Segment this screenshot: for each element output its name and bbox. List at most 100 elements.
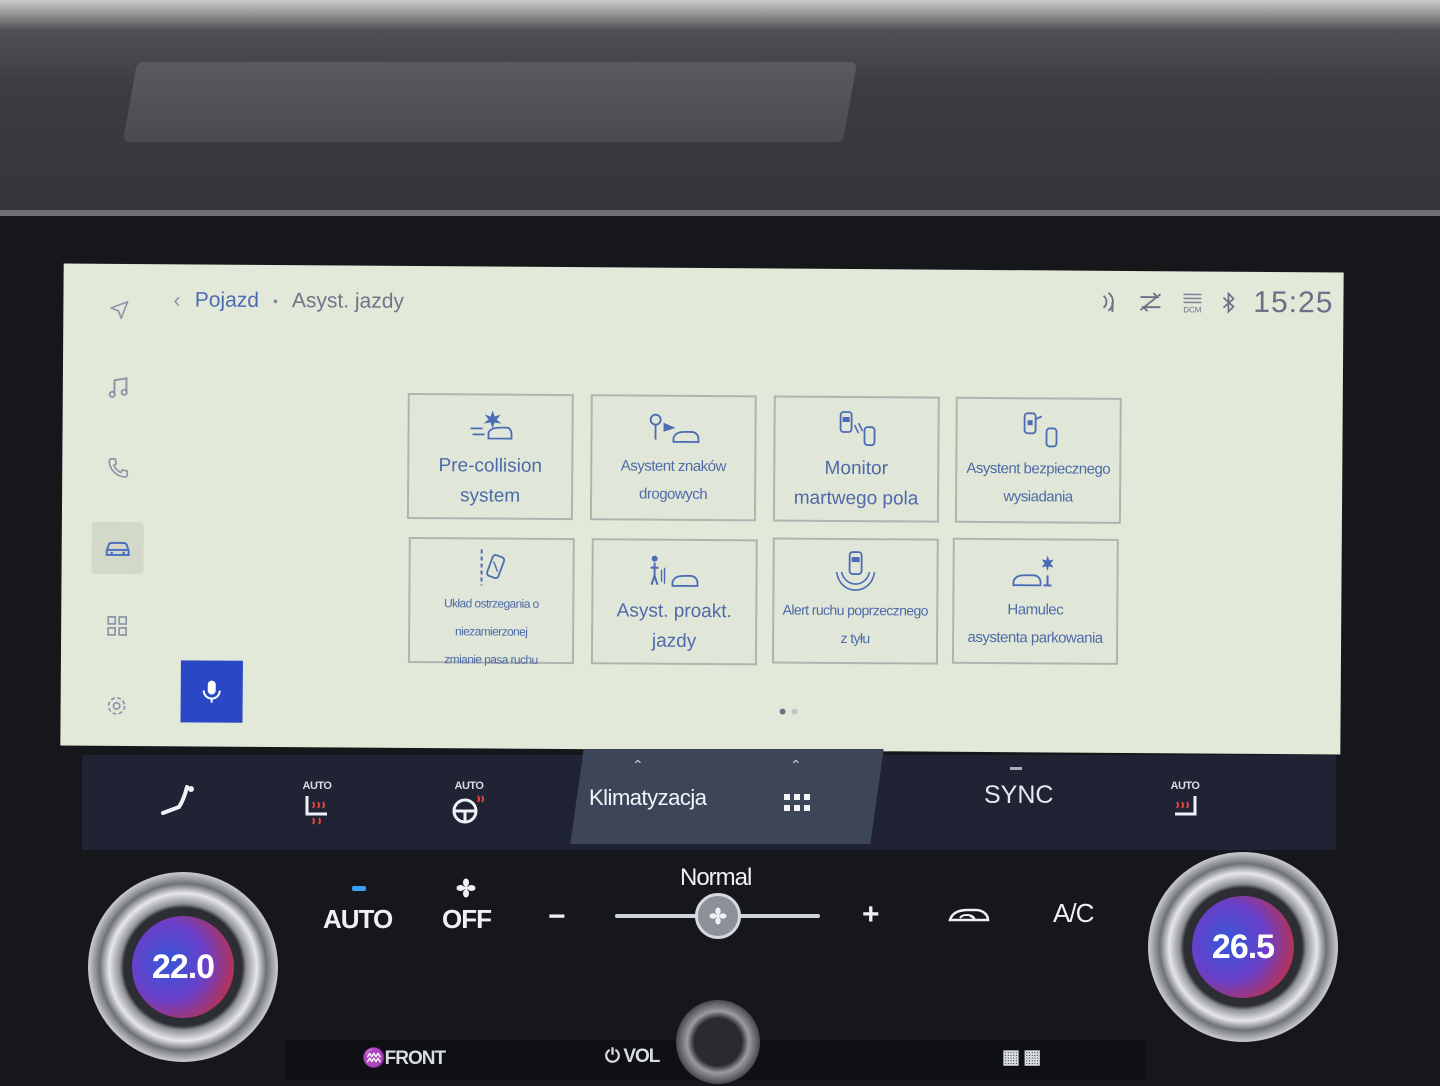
tile-label: Asystent bezpiecznegowysiadania [960, 455, 1116, 512]
back-chevron-icon[interactable]: ‹ [173, 287, 181, 313]
steering-wheel-heater-icon [450, 792, 488, 826]
tile-label: Układ ostrzegania o niezamierzonejzmiani… [410, 589, 573, 674]
nav-vehicle[interactable] [92, 522, 144, 574]
fan-icon [456, 878, 476, 898]
status-bar: DCM 15:25 [1099, 285, 1333, 321]
lane-departure-icon [467, 547, 515, 587]
parking-brake-assist-icon [1007, 548, 1063, 594]
volume-knob[interactable] [676, 1000, 760, 1084]
tile-blind-spot-monitor[interactable]: Monitormartwego pola [773, 395, 940, 522]
navigation-arrow-icon [108, 299, 130, 321]
nav-settings[interactable] [90, 680, 142, 732]
seat-heater-auto-tag: AUTO [303, 780, 332, 792]
passenger-temperature-display: 26.5 [1192, 896, 1294, 998]
tile-proactive-driving-assist[interactable]: Asyst. proakt.jazdy [591, 538, 758, 665]
front-label: FRONT [385, 1048, 445, 1069]
seat-heater-icon [299, 792, 335, 826]
fan-mode-label: Normal [680, 864, 751, 892]
safe-exit-assist-icon [1014, 407, 1062, 453]
dashboard-top [0, 0, 1440, 215]
steering-heater-auto-tag: AUTO [455, 780, 484, 792]
breadcrumb: ‹ Pojazd • Asyst. jazdy [173, 282, 404, 320]
recirculation-icon [946, 902, 992, 926]
breadcrumb-separator: • [273, 293, 278, 309]
driver-temperature-display: 22.0 [132, 916, 234, 1018]
seat-position-button[interactable] [142, 755, 212, 850]
apps-grid-icon [105, 614, 129, 638]
grid-dots-icon [784, 794, 810, 812]
seat-heater-button[interactable]: AUTO [282, 755, 352, 850]
vol-label: VOL [623, 1046, 659, 1067]
tile-label: Asystent znakówdrogowych [614, 452, 731, 509]
ac-button[interactable]: A/C [1053, 898, 1093, 929]
dcm-status-icon: DCM [1181, 291, 1203, 314]
voice-assistant-button[interactable] [180, 660, 242, 722]
gear-icon [105, 694, 129, 718]
sync-indicator [1010, 767, 1022, 770]
tile-pre-collision[interactable]: Pre-collisionsystem [407, 393, 574, 520]
page-dot[interactable] [792, 709, 798, 715]
phone-icon [106, 456, 130, 480]
fan-knob-icon [709, 907, 727, 925]
tile-safe-exit-assist[interactable]: Asystent bezpiecznegowysiadania [955, 397, 1122, 524]
tile-label: Hamulecasystenta parkowania [961, 596, 1108, 653]
data-disabled-icon [1137, 291, 1163, 313]
dashboard-vent [123, 62, 857, 142]
nav-media[interactable] [93, 362, 145, 414]
front-defrost-button[interactable]: ♒FRONT [362, 1046, 445, 1070]
tile-label: Alert ruchu poprzecznegoz tyłu [776, 596, 934, 653]
climate-caret-up-icon: ⌃ [632, 757, 644, 774]
nav-navigation[interactable] [93, 284, 145, 336]
driver-temperature-knob[interactable]: 22.0 [88, 872, 278, 1062]
clock: 15:25 [1253, 286, 1333, 321]
dcm-label: DCM [1183, 305, 1201, 314]
wireless-charging-icon [1099, 290, 1119, 314]
bluetooth-icon [1221, 292, 1235, 314]
tile-label: Pre-collisionsystem [432, 451, 548, 512]
defrost-icon: ♒ [362, 1048, 385, 1069]
rear-cross-traffic-icon [831, 548, 879, 594]
climate-quick-bar: AUTO AUTO ⌃ Klimatyzacja ⌃ SYNC AUTO [82, 755, 1336, 850]
proactive-driving-assist-icon [646, 549, 702, 595]
driving-assist-grid: Pre-collisionsystem Asystent znakówdrogo… [406, 393, 1124, 670]
rear-defrost-button[interactable]: ▦ ▦ [1002, 1046, 1040, 1069]
tile-lane-departure[interactable]: Układ ostrzegania o niezamierzonejzmiani… [408, 537, 575, 664]
tile-label: Asyst. proakt.jazdy [610, 596, 738, 657]
microphone-icon [201, 679, 223, 705]
blind-spot-monitor-icon [832, 406, 880, 452]
pre-collision-icon [466, 403, 514, 449]
passenger-seat-heater-button[interactable]: AUTO [1150, 755, 1220, 850]
tile-road-sign-assist[interactable]: Asystent znakówdrogowych [590, 394, 757, 521]
seat-icon [155, 783, 199, 823]
nav-phone[interactable] [92, 442, 144, 494]
fan-increase-button[interactable]: + [862, 898, 879, 932]
infotainment-screen: ‹ Pojazd • Asyst. jazdy DCM 15:25 Pre-co… [60, 264, 1343, 755]
breadcrumb-parent[interactable]: Pojazd [195, 288, 259, 312]
page-indicator [780, 709, 798, 715]
apps-menu-button[interactable] [772, 755, 822, 850]
passenger-seat-auto-tag: AUTO [1171, 780, 1200, 792]
tile-parking-brake-assist[interactable]: Hamulecasystenta parkowania [952, 538, 1119, 665]
power-volume-label: ⏻ VOL [605, 1046, 659, 1068]
fan-decrease-button[interactable]: − [548, 900, 565, 934]
tile-label: Monitormartwego pola [788, 454, 925, 515]
nav-apps[interactable] [91, 600, 143, 652]
sync-button[interactable]: SYNC [984, 781, 1053, 810]
steering-heater-button[interactable]: AUTO [434, 755, 504, 850]
auto-indicator-led [352, 886, 366, 891]
passenger-temperature-knob[interactable]: 26.5 [1148, 852, 1338, 1042]
fan-off-button[interactable]: OFF [442, 904, 491, 935]
tile-rear-cross-traffic[interactable]: Alert ruchu poprzecznegoz tyłu [772, 537, 939, 664]
page-dot-active[interactable] [780, 709, 786, 715]
car-icon [103, 536, 133, 560]
road-sign-assist-icon [645, 405, 701, 451]
breadcrumb-current: Asyst. jazdy [292, 289, 404, 314]
climate-tab[interactable]: Klimatyzacja [589, 785, 706, 811]
climate-auto-button[interactable]: AUTO [323, 904, 392, 935]
rear-defrost-icon: ▦ ▦ [1002, 1047, 1040, 1068]
power-icon: ⏻ [605, 1046, 619, 1067]
passenger-seat-heater-icon [1167, 792, 1203, 826]
side-navigation [80, 284, 163, 725]
music-note-icon [106, 375, 132, 401]
fan-speed-knob[interactable] [695, 893, 741, 939]
